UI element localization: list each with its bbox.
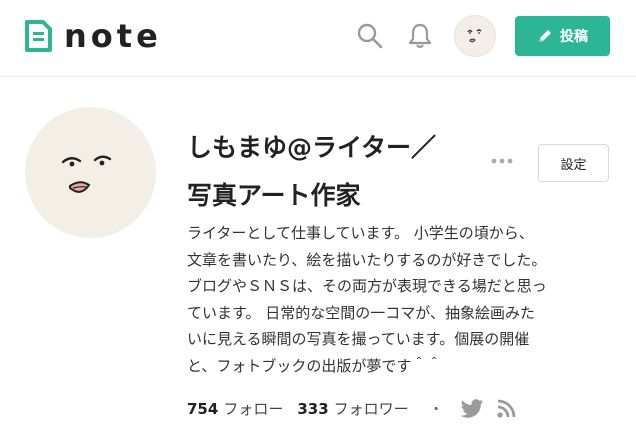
follower-label[interactable]: フォロワー	[334, 398, 409, 419]
logo-text: note	[64, 17, 162, 55]
more-options-icon[interactable]	[489, 153, 515, 169]
follow-count[interactable]: 754	[187, 400, 218, 418]
post-button-label: 投稿	[560, 29, 588, 45]
follower-count[interactable]: 333	[297, 400, 328, 418]
twitter-icon[interactable]	[460, 398, 484, 419]
profile-name: しもまゆ@ライター／ 写真アート作家	[187, 133, 437, 210]
profile-bio: ライターとして仕事しています。 小学生の頃から、 文章を書いたり、絵を描いたりす…	[187, 224, 547, 375]
top-header: note 投稿	[0, 0, 636, 77]
user-avatar[interactable]	[455, 16, 495, 56]
post-button[interactable]: 投稿	[515, 16, 610, 56]
pen-icon	[539, 30, 551, 42]
separator-dot: ・	[428, 400, 444, 418]
bell-icon[interactable]	[406, 22, 434, 50]
settings-button[interactable]: 設定	[538, 144, 609, 182]
note-logo-icon	[25, 20, 52, 52]
rss-icon[interactable]	[496, 399, 516, 419]
search-icon[interactable]	[356, 22, 384, 50]
profile-avatar	[25, 107, 156, 238]
note-logo[interactable]: note	[24, 20, 162, 52]
avatar-face-icon	[467, 29, 482, 43]
profile-face-icon	[61, 155, 112, 193]
follow-label[interactable]: フォロー	[223, 398, 283, 419]
profile-stats: 754 フォロー 333 フォロワー ・	[187, 398, 528, 419]
